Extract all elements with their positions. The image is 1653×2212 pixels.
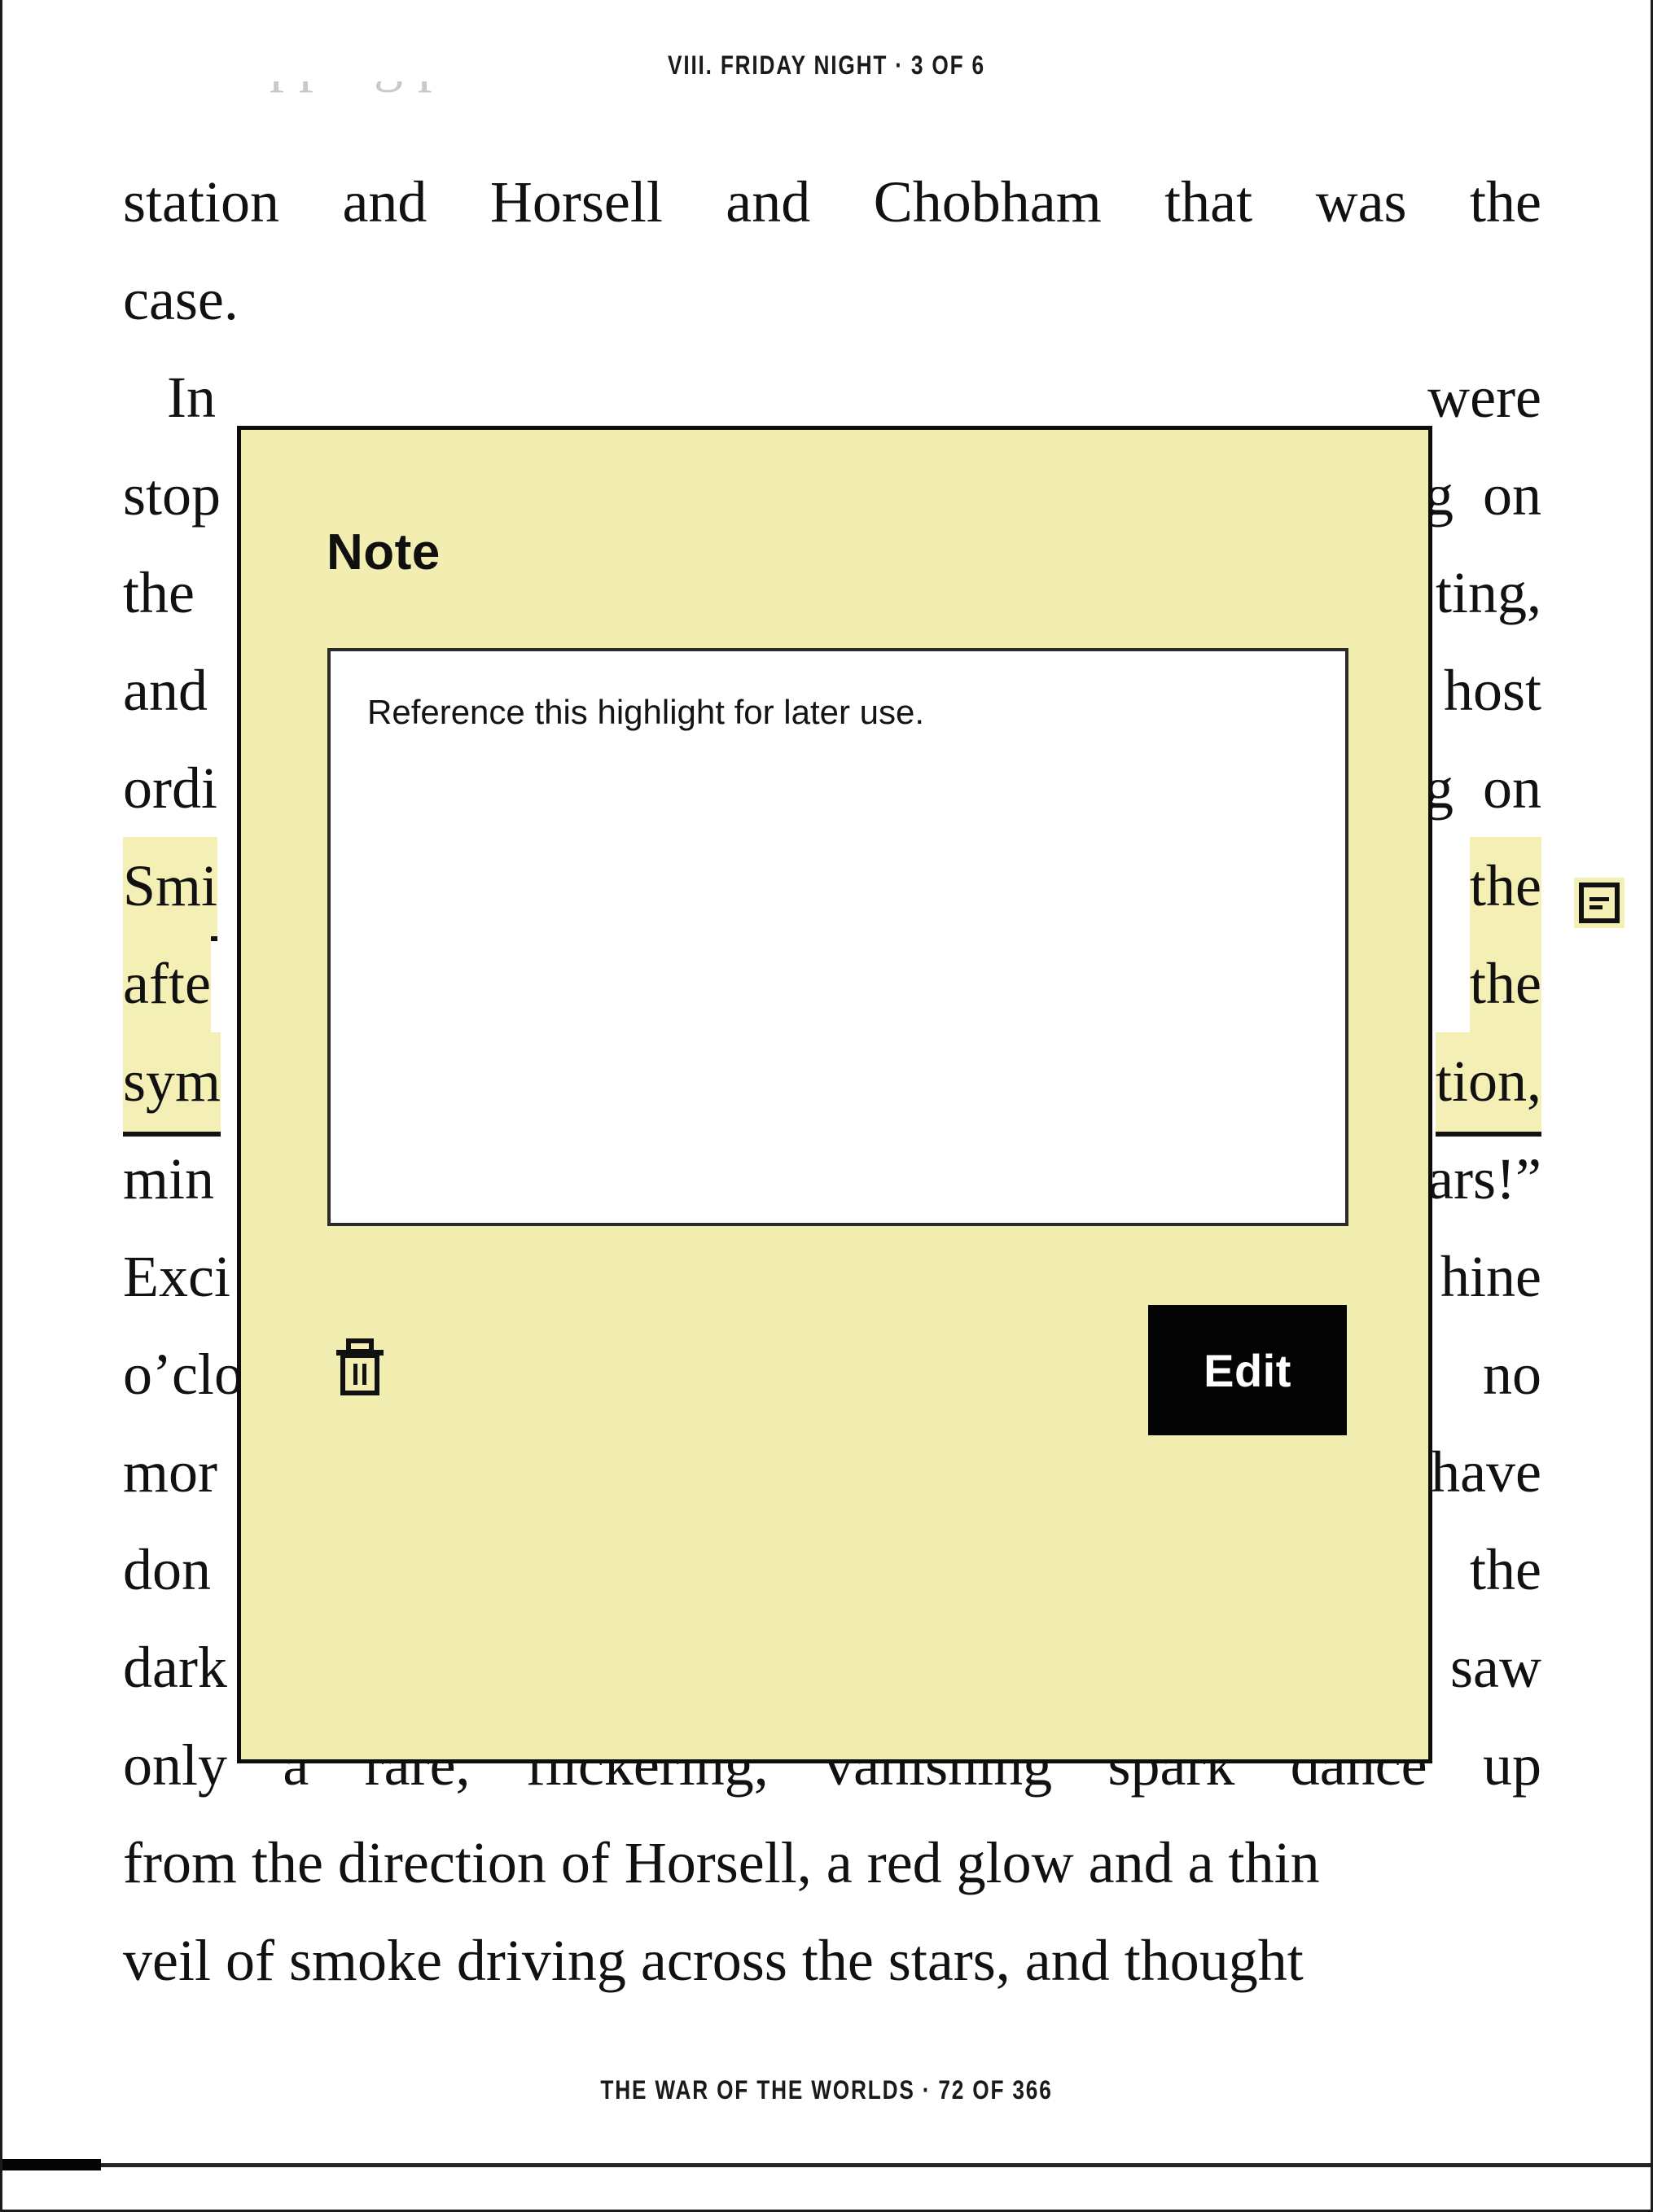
progress-fill: [2, 2159, 102, 2170]
body-line: station and Horsell and Chobham that was…: [123, 153, 1541, 251]
body-word: Horsell: [489, 169, 663, 234]
body-line-right-fragment: no: [1483, 1342, 1541, 1407]
body-line-right-fragment: the: [1470, 935, 1541, 1039]
body-line-right-fragment: the: [1470, 837, 1541, 941]
body-line-right-fragment: host: [1443, 658, 1541, 723]
body-line-left-fragment: sym: [123, 1032, 221, 1137]
note-dialog: Note Reference this highlight for later …: [237, 426, 1432, 1763]
body-word: veil of smoke driving across the stars, …: [123, 1928, 1304, 1993]
body-line-left-fragment: mor: [123, 1439, 217, 1505]
body-line-right-fragment: tion,: [1435, 1032, 1541, 1137]
note-icon: [1579, 883, 1620, 923]
body-word: case.: [123, 267, 239, 332]
body-word: only: [123, 1732, 228, 1798]
body-line-left-fragment: Smi: [123, 837, 218, 941]
note-dialog-title: Note: [327, 524, 441, 580]
edit-note-button[interactable]: Edit: [1148, 1305, 1347, 1435]
body-word: that: [1164, 169, 1253, 234]
body-line-right-fragment: ars!”: [1427, 1146, 1541, 1211]
trash-icon: [336, 1338, 384, 1395]
body-line: veil of smoke driving across the stars, …: [123, 1912, 1541, 2009]
body-line-right-fragment: g on: [1424, 462, 1541, 528]
note-textarea[interactable]: Reference this highlight for later use.: [327, 648, 1348, 1226]
delete-note-button[interactable]: [322, 1326, 397, 1408]
body-line-right-fragment: saw: [1450, 1635, 1541, 1700]
body-word: and: [726, 169, 811, 234]
clipped-line-text: overlapping previous line: [123, 81, 1541, 109]
body-line-right-fragment: have: [1431, 1439, 1541, 1505]
body-line-left-fragment: dark: [123, 1635, 227, 1700]
progress-track[interactable]: [2, 2163, 1651, 2167]
body-line-left-fragment: stop: [123, 462, 221, 528]
body-line-right-fragment: the: [1470, 1537, 1541, 1602]
note-marker-icon[interactable]: [1574, 878, 1624, 928]
clipped-line-top: overlapping previous line: [123, 81, 1541, 127]
body-line-left-fragment: Exci: [123, 1244, 230, 1309]
ereader-page: VIII. FRIDAY NIGHT · 3 OF 6 overlapping …: [0, 0, 1653, 2212]
body-line-right-fragment: hine: [1440, 1244, 1541, 1309]
running-foot: THE WAR OF THE WORLDS · 72 OF 366: [600, 2075, 1053, 2105]
body-line-left-fragment: In: [123, 365, 216, 430]
body-word: up: [1482, 1732, 1541, 1798]
body-line-right-fragment: ting,: [1435, 560, 1541, 625]
body-line: from the direction of Horsell, a red glo…: [123, 1814, 1541, 1912]
body-line-left-fragment: afte: [123, 935, 211, 1039]
body-word: and: [342, 169, 428, 234]
body-line: case.: [123, 251, 1541, 348]
body-word: from the direction of Horsell, a red glo…: [123, 1830, 1320, 1895]
running-head: VIII. FRIDAY NIGHT · 3 OF 6: [668, 50, 985, 80]
body-line-left-fragment: min: [123, 1146, 215, 1211]
body-line-left-fragment: o’clo: [123, 1342, 243, 1407]
note-text-value: Reference this highlight for later use.: [367, 693, 925, 731]
body-word: was: [1315, 169, 1407, 234]
body-line-right-fragment: were: [1427, 365, 1541, 430]
body-word: station: [123, 169, 279, 234]
body-word: Chobham: [873, 169, 1102, 234]
body-line-right-fragment: g on: [1424, 756, 1541, 821]
note-dialog-actions: Edit: [241, 1305, 1428, 1468]
body-line-left-fragment: ordi: [123, 756, 217, 821]
body-line-left-fragment: don: [123, 1537, 211, 1602]
body-line-left-fragment: the: [123, 560, 195, 625]
body-word: the: [1470, 169, 1541, 234]
body-line-left-fragment: and: [123, 658, 208, 723]
